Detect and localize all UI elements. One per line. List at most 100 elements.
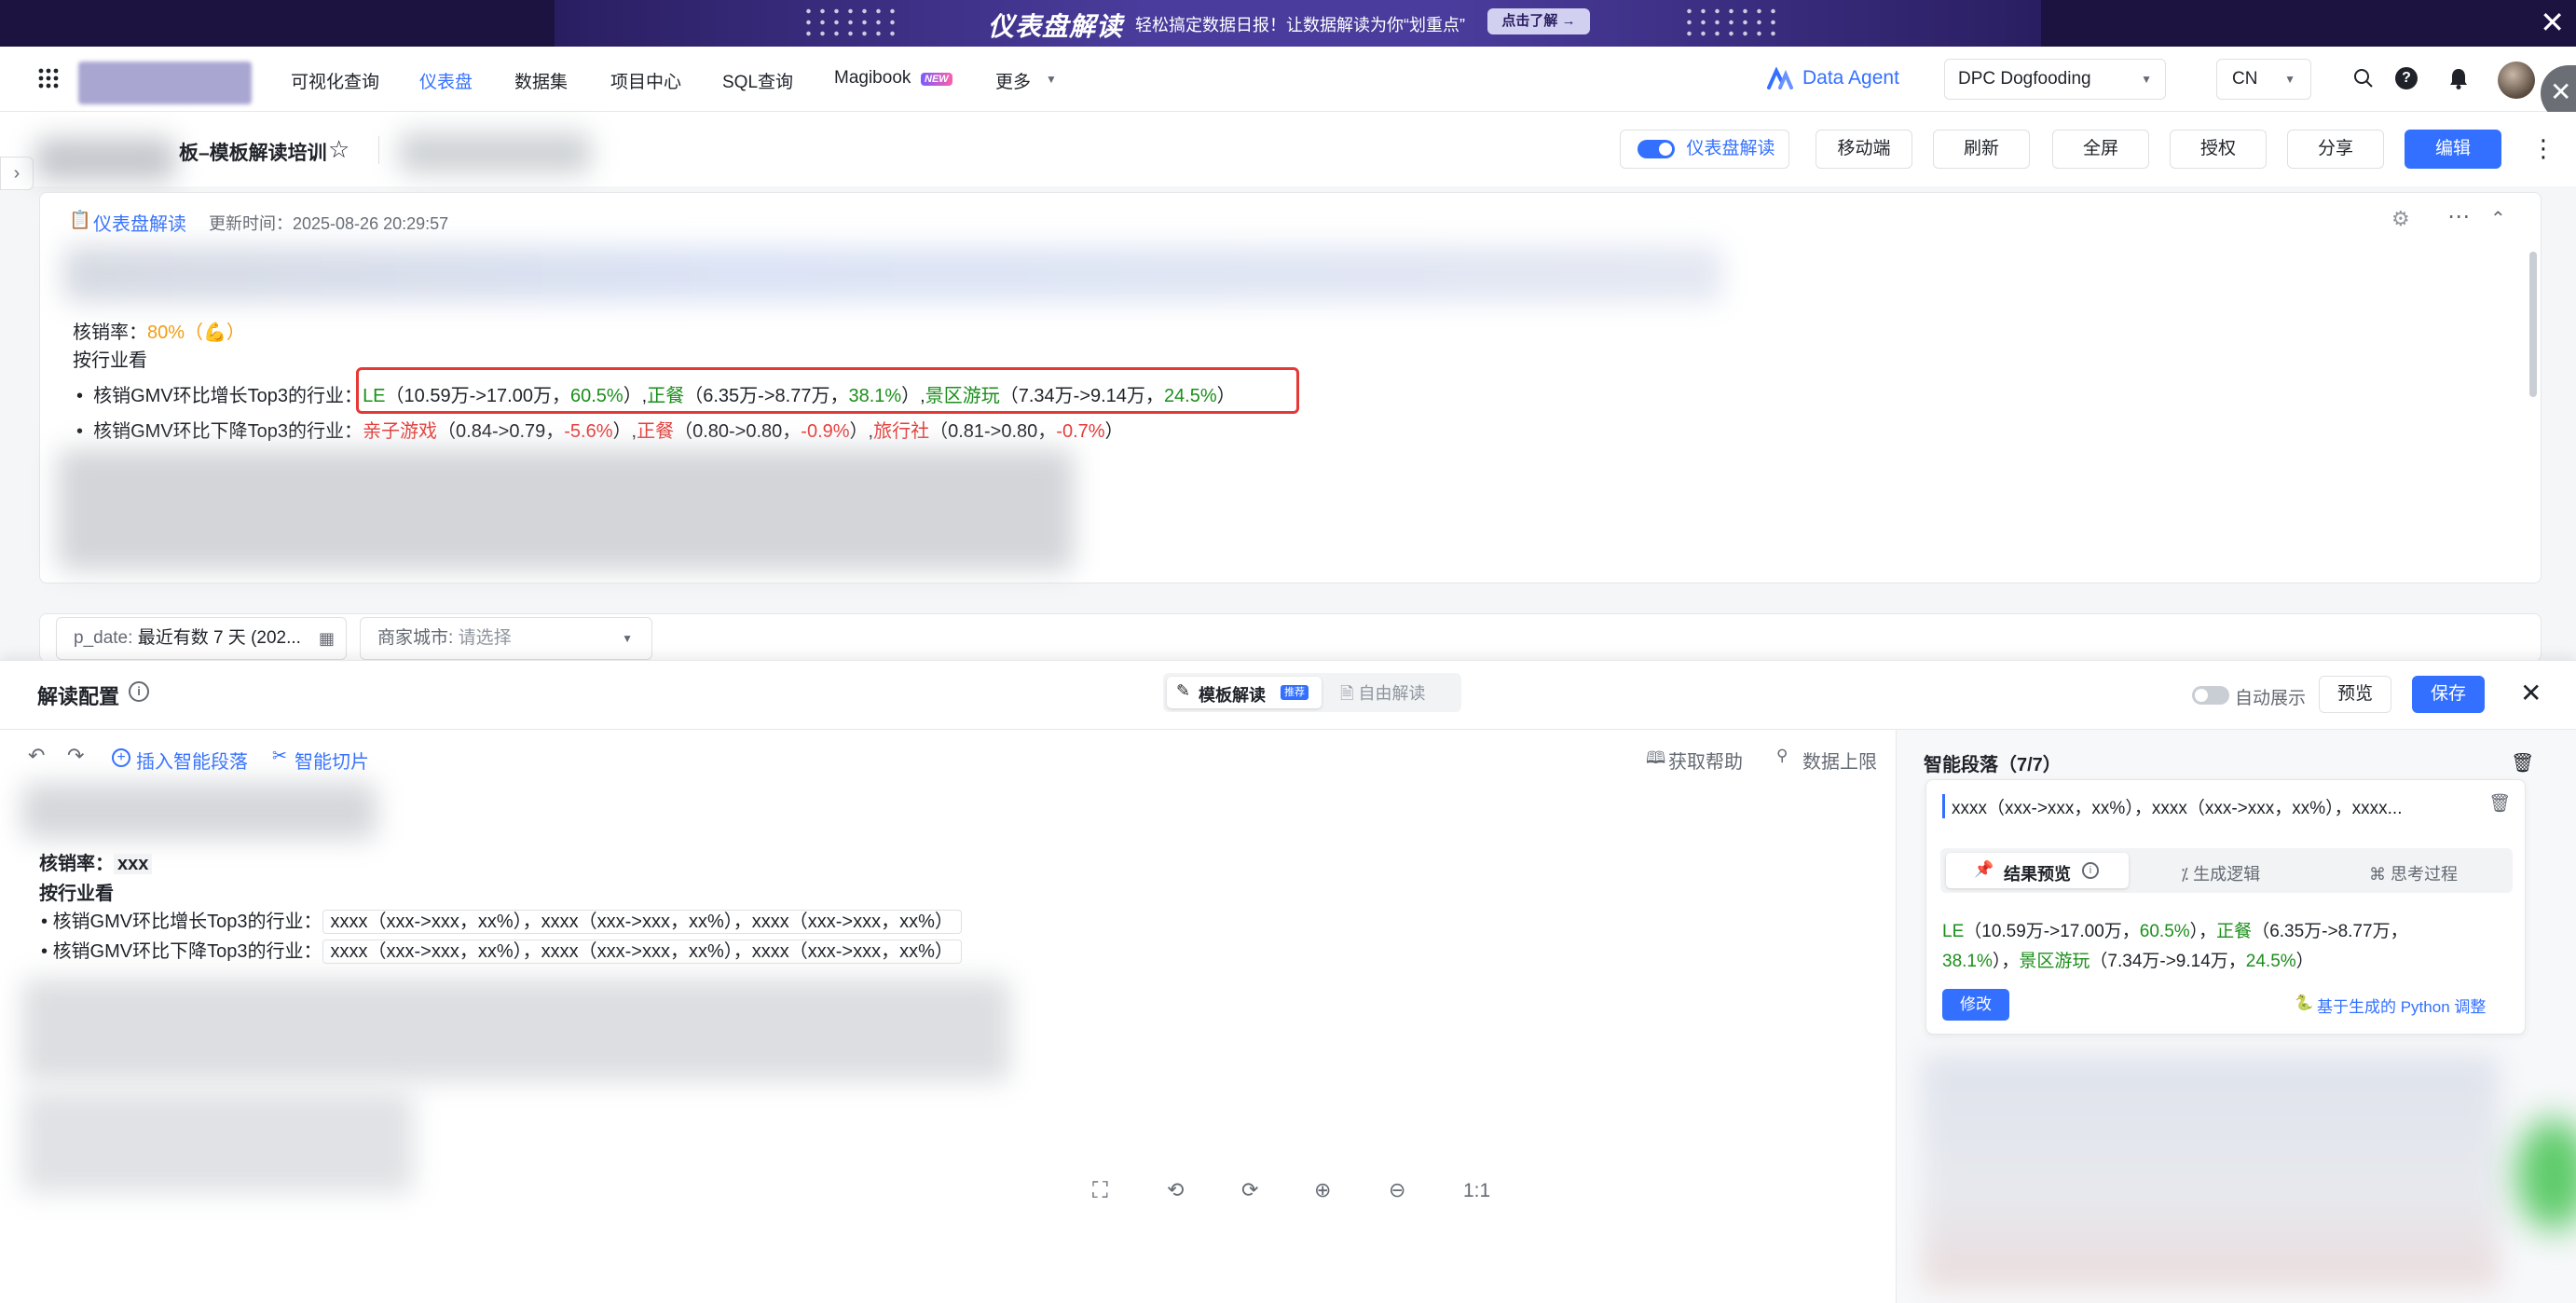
bell-icon[interactable]	[2448, 67, 2469, 89]
fullscreen-button[interactable]: 全屏	[2052, 130, 2149, 169]
editor-rate-line: 核销率： xxx	[39, 848, 153, 875]
bullet: •	[76, 421, 94, 442]
result-part: LE	[1942, 922, 1965, 941]
tab-logic[interactable]: ⁒ 生成逻辑	[2181, 861, 2260, 885]
nav-dataset[interactable]: 数据集	[514, 68, 568, 93]
city-filter-label: 商家城市:	[377, 628, 454, 648]
card-scrollbar[interactable]	[2529, 252, 2537, 397]
plus-circle-icon: +	[112, 748, 130, 767]
actual-size-button[interactable]: 1:1	[1463, 1180, 1490, 1202]
refresh-button[interactable]: 刷新	[1933, 130, 2030, 169]
redo-icon[interactable]: ↷	[67, 744, 84, 768]
delete-icon[interactable]: 🗑	[2511, 751, 2534, 775]
more-menu-icon[interactable]: ⋮	[2531, 134, 2555, 162]
card-title: 仪表盘解读	[93, 214, 186, 235]
date-filter[interactable]: p_date: 最近有数 7 天 (202... ▦	[56, 617, 347, 660]
more-options-icon[interactable]: ⋯	[2447, 203, 2470, 230]
workspace-select[interactable]: DPC Dogfooding ▼	[1944, 59, 2166, 100]
nav-project-center[interactable]: 项目中心	[610, 68, 681, 93]
chevron-down-icon: ▼	[2141, 73, 2152, 86]
share-button[interactable]: 分享	[2287, 130, 2384, 169]
recommend-badge: 推荐	[1281, 685, 1309, 700]
nav-sql-query[interactable]: SQL查询	[722, 68, 793, 93]
smart-segment-title: 智能段落（7/7）	[1924, 755, 2062, 775]
tab-free[interactable]: 🗎 自由解读	[1340, 680, 1425, 710]
banner-learn-more-button[interactable]: 点击了解 →	[1487, 8, 1590, 34]
edit-button[interactable]: 编辑	[2405, 130, 2501, 169]
result-part: （10.59万->17.00万，	[1964, 922, 2140, 941]
delete-segment-icon[interactable]: 🗑	[2488, 792, 2511, 815]
result-line-1: LE（10.59万->17.00万，60.5%），正餐（6.35万->8.77万…	[1942, 917, 2408, 942]
avatar[interactable]	[2498, 62, 2535, 99]
auto-show-toggle[interactable]	[2192, 686, 2229, 705]
editor-growth-label: 核销GMV环比增长Top3的行业：	[52, 912, 322, 932]
growth-label: 核销GMV环比增长Top3的行业：	[93, 386, 363, 406]
tab-result-preview[interactable]: 📌 结果预览 i	[1946, 853, 2129, 888]
rotate-right-icon[interactable]: ⟳	[1241, 1178, 1258, 1202]
help-icon[interactable]: ?	[2395, 67, 2418, 89]
promo-banner: 仪表盘解读 轻松搞定数据日报！让数据解读为你“划重点” 点击了解 → ✕	[0, 0, 2576, 47]
thinking-icon: ⌘	[2369, 865, 2391, 884]
fit-screen-icon[interactable]: ⛶	[1092, 1178, 1108, 1204]
result-part: ）	[2295, 952, 2314, 971]
preview-button[interactable]: 预览	[2319, 676, 2391, 713]
top-navigation: 可视化查询 仪表盘 数据集 项目中心 SQL查询 Magibook NEW 更多…	[0, 47, 2576, 121]
zoom-out-icon[interactable]: ⊖	[1389, 1178, 1405, 1202]
decline-line: • 核销GMV环比下降Top3的行业：亲子游戏（0.84->0.79，-5.6%…	[76, 416, 1124, 443]
rate-label: 核销率：	[73, 322, 147, 343]
mobile-button[interactable]: 移动端	[1816, 130, 1912, 169]
language-select[interactable]: CN ▼	[2216, 59, 2311, 100]
smart-slice-button[interactable]: 智能切片	[295, 747, 369, 774]
sidebar-expand-icon[interactable]: ›	[0, 157, 34, 190]
bullet: •	[76, 386, 94, 406]
data-agent-icon	[1767, 67, 1793, 89]
nav-visual-query[interactable]: 可视化查询	[291, 68, 379, 93]
nav-magibook[interactable]: Magibook	[834, 68, 911, 89]
data-limit-link[interactable]: 数据上限	[1802, 747, 1877, 774]
industry-heading: 按行业看	[73, 350, 147, 371]
insert-segment-button[interactable]: 插入智能段落	[136, 747, 248, 774]
nav-more[interactable]: 更多	[995, 68, 1031, 93]
smart-segment-growth[interactable]: xxxx（xxx->xxx，xx%），xxxx（xxx->xxx，xx%），xx…	[322, 910, 962, 934]
star-icon[interactable]: ☆	[328, 135, 349, 164]
search-icon[interactable]	[2352, 67, 2375, 89]
app-grid-icon[interactable]	[37, 67, 60, 89]
modify-button[interactable]: 修改	[1942, 989, 2009, 1021]
calendar-icon: ▦	[318, 629, 335, 648]
editor-rate-var[interactable]: xxx	[114, 854, 153, 874]
result-part: 38.1%	[1942, 952, 1993, 971]
banner-decoration	[1682, 6, 1785, 41]
authorize-button[interactable]: 授权	[2170, 130, 2267, 169]
info-icon[interactable]: i	[129, 681, 149, 702]
blurred-summary	[63, 246, 1722, 302]
save-button[interactable]: 保存	[2412, 676, 2485, 713]
settings-icon[interactable]: ⚙	[2391, 207, 2410, 231]
dashboard-interpret-toggle[interactable]: 仪表盘解读	[1620, 130, 1789, 169]
close-panel-icon[interactable]: ✕	[2520, 677, 2542, 710]
smart-segment-decline[interactable]: xxxx（xxx->xxx，xx%），xxxx（xxx->xxx，xx%），xx…	[322, 940, 962, 964]
tab-template[interactable]: ✎ 模板解读 推荐	[1167, 677, 1322, 708]
collapse-icon[interactable]: ⌃	[2490, 207, 2506, 230]
city-filter[interactable]: 商家城市: 请选择 ▼	[360, 617, 652, 660]
data-agent-link[interactable]: Data Agent	[1802, 67, 1899, 89]
decline-item-name: 亲子游戏	[363, 421, 438, 442]
banner-close-icon[interactable]: ✕	[2540, 4, 2565, 41]
editor-decline-line: • 核销GMV环比下降Top3的行业： xxxx（xxx->xxx，xx%），xx…	[41, 936, 962, 964]
rotate-left-icon[interactable]: ⟲	[1167, 1178, 1184, 1202]
tab-thinking[interactable]: ⌘ 思考过程	[2369, 861, 2458, 885]
segment-text[interactable]: xxxx（xxx->xxx，xx%），xxxx（xxx->xxx，xx%），xx…	[1952, 794, 2473, 819]
nav-dashboard[interactable]: 仪表盘	[419, 68, 473, 93]
highlight-box	[356, 367, 1299, 414]
result-part: 60.5%	[2139, 922, 2190, 941]
limit-icon: ⚲	[1776, 747, 1788, 764]
zoom-in-icon[interactable]: ⊕	[1314, 1178, 1331, 1202]
info-icon: i	[2082, 862, 2099, 879]
undo-icon[interactable]: ↶	[28, 744, 45, 768]
dashboard-title: 板–模板解读培训	[179, 143, 327, 164]
get-help-link[interactable]: 获取帮助	[1668, 747, 1743, 774]
toggle-switch[interactable]	[1637, 140, 1675, 158]
rate-line: 核销率：80%（💪）	[73, 317, 245, 344]
blurred-segment-list	[1922, 1055, 2500, 1288]
decline-item-detail: （0.84->0.79，	[437, 421, 565, 442]
python-adjust-link[interactable]: 基于生成的 Python 调整	[2317, 994, 2486, 1017]
